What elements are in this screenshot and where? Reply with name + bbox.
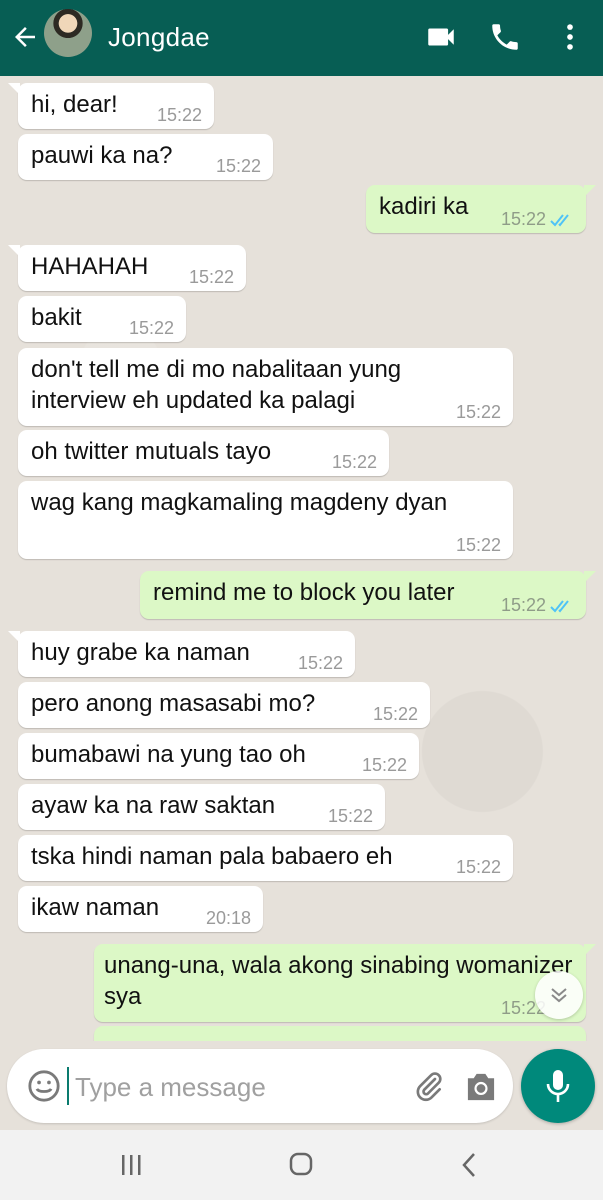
incoming-message[interactable]: HAHAHAH 15:22 [8, 245, 246, 291]
incoming-message[interactable]: pauwi ka na? 15:22 [18, 134, 273, 180]
message-time: 15:22 [128, 318, 174, 338]
incoming-message[interactable]: huy grabe ka naman 15:22 [8, 631, 355, 677]
message-text: ayaw ka na raw saktan [31, 792, 276, 819]
message-time: 15:22 [500, 209, 546, 229]
message-time: 15:22 [500, 595, 546, 615]
voice-message-button[interactable] [521, 1049, 595, 1123]
message-text: bumabawi na yung tao oh [31, 741, 306, 768]
chat-header: Jongdae [0, 0, 603, 76]
message-time: 20:18 [205, 908, 251, 928]
message-list[interactable]: hi, dear! 15:22 pauwi ka na? 15:22 kadir… [0, 76, 603, 1041]
system-navigation-bar [0, 1130, 603, 1200]
incoming-message[interactable]: bumabawi na yung tao oh 15:22 [18, 733, 419, 779]
incoming-message[interactable]: ikaw naman 20:18 [18, 886, 263, 932]
avatar[interactable] [44, 9, 92, 57]
text-cursor [67, 1067, 69, 1105]
message-composer [7, 1049, 513, 1123]
microphone-icon [546, 1070, 570, 1102]
message-text: pero anong masasabi mo? [31, 690, 316, 717]
home-icon[interactable] [283, 1150, 319, 1180]
incoming-message[interactable]: bakit 15:22 [18, 296, 186, 342]
back-nav-icon[interactable] [452, 1150, 488, 1180]
message-text: oh twitter mutuals tayo [31, 438, 272, 465]
camera-icon[interactable] [463, 1071, 499, 1103]
message-time: 15:22 [455, 402, 501, 422]
message-time: 15:22 [455, 857, 501, 877]
message-text: don't tell me di mo nabalitaan yung inte… [31, 356, 402, 414]
message-time: 15:22 [188, 267, 234, 287]
message-time: 15:22 [372, 704, 418, 724]
message-text: huy grabe ka naman [31, 639, 250, 666]
message-time: 15:22 [327, 806, 373, 826]
incoming-message[interactable]: don't tell me di mo nabalitaan yung inte… [18, 348, 513, 426]
incoming-message[interactable]: tska hindi naman pala babaero eh 15:22 [18, 835, 513, 881]
phone-icon[interactable] [488, 20, 522, 54]
message-time: 15:22 [156, 105, 202, 125]
double-chevron-down-icon [551, 988, 567, 1003]
incoming-message[interactable]: wag kang magkamaling magdeny dyan 15:22 [18, 481, 513, 559]
outgoing-message[interactable]: kadiri ka 15:22 [366, 185, 596, 233]
message-text: wag kang magkamaling magdeny dyan [31, 489, 448, 516]
message-text: tska hindi naman pala babaero eh [31, 843, 393, 870]
message-time: 15:22 [331, 452, 377, 472]
message-time: 15:22 [297, 653, 343, 673]
message-time: 15:22 [361, 755, 407, 775]
message-input[interactable] [73, 1065, 407, 1109]
outgoing-message-partial[interactable] [94, 1026, 586, 1041]
message-time: 15:22 [455, 535, 501, 555]
incoming-message[interactable]: pero anong masasabi mo? 15:22 [18, 682, 430, 728]
more-vertical-icon[interactable] [553, 20, 587, 54]
message-time: 15:22 [215, 156, 261, 176]
recent-apps-icon[interactable] [113, 1150, 149, 1180]
outgoing-message[interactable]: unang-una, wala akong sinabing womanizer… [94, 944, 596, 1022]
incoming-message[interactable]: oh twitter mutuals tayo 15:22 [18, 430, 389, 476]
contact-name[interactable]: Jongdae [108, 20, 210, 54]
read-receipt-icon [550, 600, 569, 613]
scroll-to-bottom-button[interactable] [535, 971, 583, 1019]
emoji-icon[interactable] [27, 1069, 61, 1103]
incoming-message[interactable]: hi, dear! 15:22 [8, 83, 214, 129]
incoming-message[interactable]: ayaw ka na raw saktan 15:22 [18, 784, 385, 830]
read-receipt-icon [550, 214, 569, 227]
video-call-icon[interactable] [424, 20, 458, 54]
attach-icon[interactable] [413, 1071, 445, 1103]
composer-area [0, 1041, 603, 1130]
outgoing-message[interactable]: remind me to block you later 15:22 [140, 571, 596, 619]
arrow-left-icon[interactable] [10, 22, 40, 52]
